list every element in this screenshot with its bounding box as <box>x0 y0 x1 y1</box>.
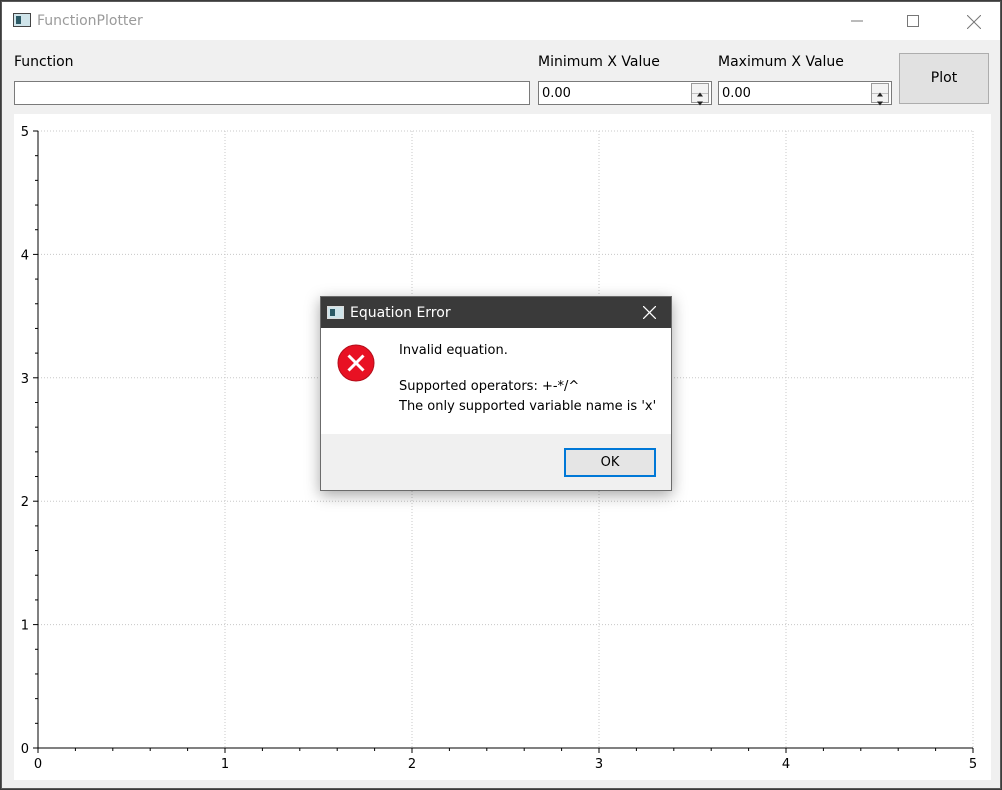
min-x-down-button[interactable] <box>692 93 708 106</box>
max-x-down-button[interactable] <box>872 93 888 106</box>
y-tick-label: 1 <box>21 619 29 634</box>
arrow-down-icon <box>877 101 883 106</box>
y-tick-label: 0 <box>21 742 29 757</box>
y-tick-label: 2 <box>21 495 29 510</box>
dialog-body: Invalid equation. Supported operators: +… <box>321 328 671 434</box>
x-tick-label: 0 <box>34 757 42 772</box>
minimize-icon <box>851 20 863 22</box>
x-tick-label: 5 <box>969 757 977 772</box>
max-x-value: 0.00 <box>722 86 751 101</box>
arrow-down-icon <box>697 101 703 106</box>
close-button[interactable] <box>950 2 996 40</box>
max-x-spinbox[interactable]: 0.00 <box>718 81 892 106</box>
close-icon <box>967 15 981 29</box>
dialog-app-icon <box>327 306 344 319</box>
min-x-label: Minimum X Value <box>538 54 660 70</box>
function-label: Function <box>14 54 74 70</box>
app-icon <box>13 13 31 27</box>
maximize-icon <box>907 15 919 27</box>
dialog-close-button[interactable] <box>627 297 671 328</box>
title-bar[interactable]: FunctionPlotter <box>2 2 1000 40</box>
dialog-title-bar[interactable]: Equation Error <box>321 297 671 328</box>
function-input[interactable] <box>14 81 530 105</box>
maximize-button[interactable] <box>890 2 936 40</box>
dialog-message-operators: Supported operators: +-*/^ <box>399 379 580 394</box>
dialog-title: Equation Error <box>350 305 451 321</box>
max-x-stepper[interactable] <box>871 83 889 106</box>
x-tick-label: 2 <box>408 757 416 772</box>
error-dialog: Equation Error Invalid equation. Support… <box>320 296 672 491</box>
minimize-button[interactable] <box>834 2 880 40</box>
window-title: FunctionPlotter <box>37 13 143 29</box>
dialog-message-primary: Invalid equation. <box>399 343 508 358</box>
error-icon <box>337 344 375 382</box>
dialog-message-variable: The only supported variable name is 'x' <box>399 399 657 414</box>
min-x-value: 0.00 <box>542 86 571 101</box>
close-icon <box>643 306 656 319</box>
y-tick-label: 3 <box>21 372 29 387</box>
x-tick-label: 4 <box>782 757 790 772</box>
y-tick-label: 4 <box>21 248 29 263</box>
y-tick-label: 5 <box>21 125 29 140</box>
max-x-label: Maximum X Value <box>718 54 844 70</box>
min-x-stepper[interactable] <box>691 83 709 106</box>
x-tick-label: 3 <box>595 757 603 772</box>
ok-button[interactable]: OK <box>564 448 656 477</box>
plot-button[interactable]: Plot <box>899 53 989 104</box>
x-tick-label: 1 <box>221 757 229 772</box>
min-x-spinbox[interactable]: 0.00 <box>538 81 712 106</box>
